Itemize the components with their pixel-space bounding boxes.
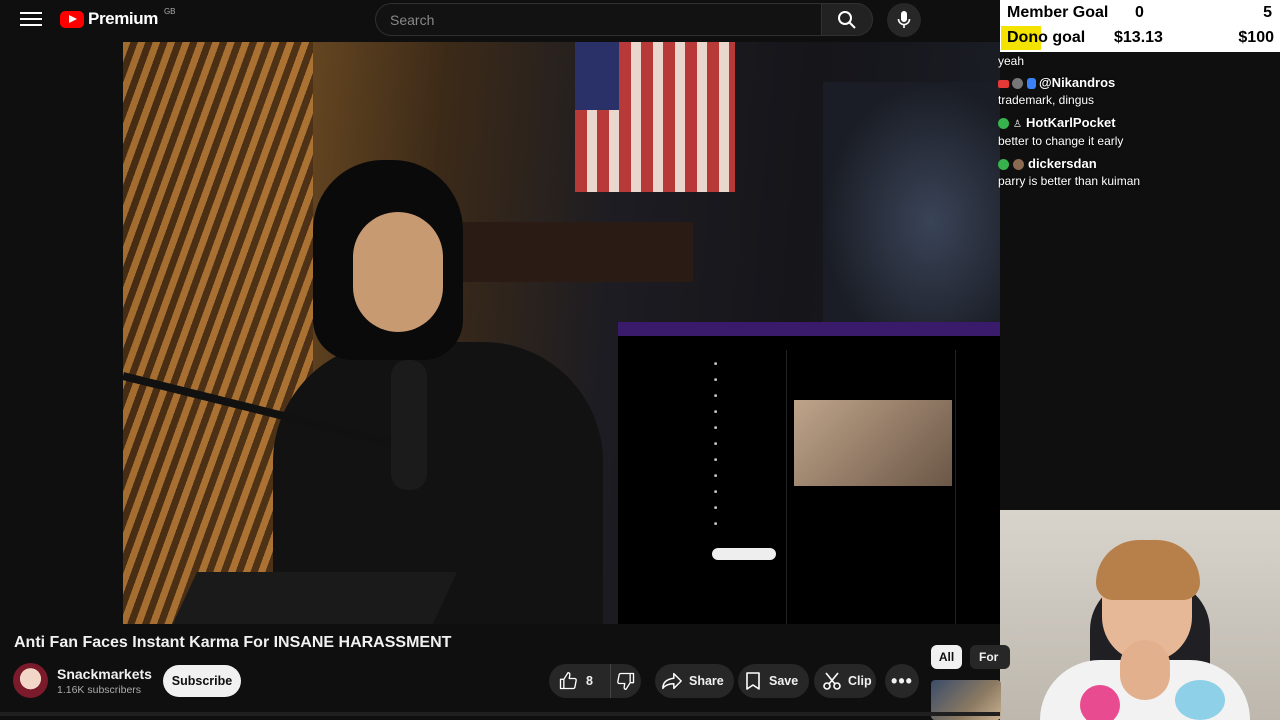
chat-message: trademark, dingus — [998, 93, 1095, 107]
share-button[interactable]: Share — [655, 664, 734, 698]
chat-overlay: yeah @Nikandros trademark, dingus ♙ HotKa… — [998, 52, 1158, 322]
video-title: Anti Fan Faces Instant Karma For INSANE … — [14, 634, 452, 651]
dono-goal-target: $100 — [1238, 29, 1274, 46]
verified-badge-icon — [998, 159, 1009, 171]
clip-label: Clip — [848, 674, 872, 688]
search-button[interactable] — [821, 3, 873, 36]
youtube-badge-icon — [998, 79, 1009, 88]
chip-for[interactable]: For — [970, 645, 1010, 669]
streamer-face — [353, 212, 443, 332]
logo-text: Premium — [88, 9, 158, 28]
search-icon — [838, 10, 856, 29]
chat-user-row: @Nikandros — [998, 74, 1158, 92]
country-code: GB — [163, 6, 176, 16]
user-icon: ♙ — [1013, 119, 1022, 130]
goal-overlay: Member Goal 0 5 Dono goal $13.13 $100 — [1000, 0, 1280, 52]
channel-name[interactable]: Snackmarkets — [57, 666, 152, 682]
share-label: Share — [689, 674, 724, 688]
youtube-premium-logo[interactable]: Premium GB — [60, 6, 176, 30]
thumbs-up-icon — [559, 672, 577, 690]
webcam-overlay — [1000, 510, 1280, 720]
page-bottom-bar — [0, 712, 1000, 716]
voice-search-button[interactable] — [887, 3, 921, 37]
clip-button[interactable]: Clip — [814, 664, 876, 698]
member-badge-icon — [1027, 78, 1036, 90]
avatar-icon — [1012, 78, 1023, 90]
save-label: Save — [769, 674, 799, 688]
chat-username: HotKarlPocket — [1025, 115, 1116, 130]
youtube-play-icon — [60, 10, 84, 28]
save-button[interactable]: Save — [738, 664, 809, 698]
member-goal-current: 0 — [1135, 4, 1144, 21]
channel-avatar[interactable] — [13, 663, 48, 698]
screen-share-browser: ■ ■ ■ ■ ■ ■ ■ ■ ■ ■ ■ — [618, 322, 1000, 624]
thumbs-down-icon — [617, 672, 635, 690]
member-goal-label: Member Goal — [1007, 4, 1109, 21]
chip-all[interactable]: All — [931, 645, 962, 669]
microphone-icon — [897, 11, 911, 28]
bookmark-icon — [746, 672, 760, 690]
chat-message: yeah — [998, 54, 1025, 68]
chat-user-row: dickersdan — [998, 155, 1158, 173]
member-goal-target: 5 — [1263, 4, 1272, 21]
subscriber-count: 1.16K subscribers — [57, 684, 142, 696]
microphone-in-frame — [391, 360, 427, 490]
subscribe-button[interactable]: Subscribe — [163, 665, 241, 697]
like-button[interactable]: 8 — [549, 664, 611, 698]
dono-goal-current: $13.13 — [1114, 29, 1163, 46]
chat-message: parry is better than kuiman — [998, 174, 1141, 188]
chat-user-row: ♙ HotKarlPocket — [998, 114, 1158, 133]
video-frame-flag — [575, 42, 735, 192]
avatar-icon — [1013, 159, 1024, 171]
more-actions-button[interactable]: ••• — [885, 664, 919, 698]
like-count: 8 — [586, 674, 593, 688]
video-player[interactable]: ■ ■ ■ ■ ■ ■ ■ ■ ■ ■ ■ — [123, 42, 1000, 624]
chat-username: @Nikandros — [1039, 75, 1116, 90]
scissors-icon — [823, 672, 841, 690]
more-icon: ••• — [891, 670, 913, 691]
dislike-button[interactable] — [611, 664, 641, 698]
like-dislike-group: 8 — [549, 664, 641, 698]
chat-username: dickersdan — [1028, 156, 1097, 171]
menu-icon[interactable] — [18, 8, 44, 30]
search-input[interactable] — [375, 3, 822, 36]
dono-goal-label: Dono goal — [1007, 29, 1086, 46]
verified-badge-icon — [998, 118, 1009, 130]
share-icon — [662, 672, 682, 690]
chat-message: better to change it early — [998, 134, 1124, 148]
embedded-video-thumbnail — [794, 400, 952, 486]
